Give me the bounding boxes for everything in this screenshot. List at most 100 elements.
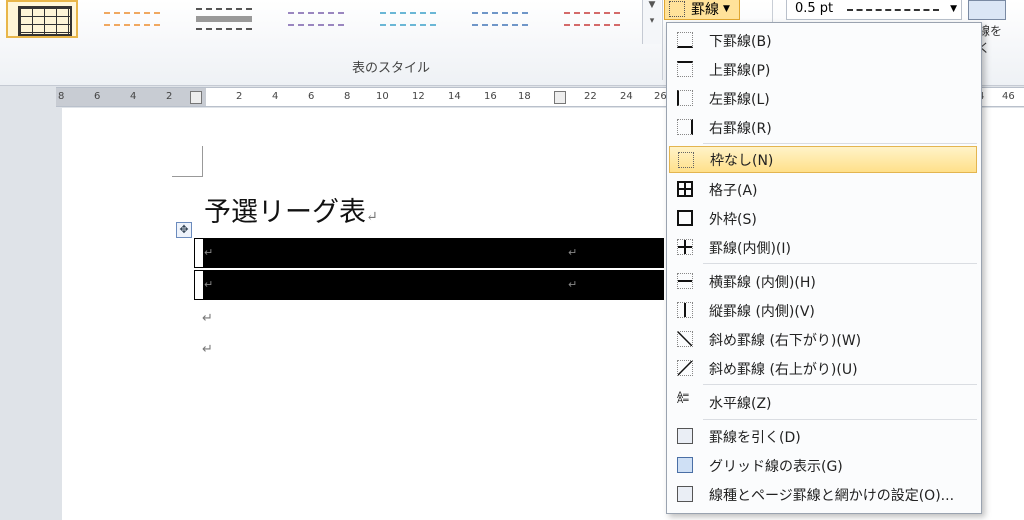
- menu-item-label: 水平線(Z): [709, 395, 772, 412]
- paragraph-mark: ↵: [202, 311, 213, 326]
- group-separator: [662, 0, 663, 80]
- table-row[interactable]: ↵ ↵: [194, 238, 664, 268]
- ruler-tick: 2: [166, 91, 173, 102]
- ruler-tick: 16: [484, 91, 497, 102]
- row-selection-marker: [194, 238, 204, 268]
- table-grid-icon: [18, 6, 72, 36]
- menu-item-label: 外枠(S): [709, 211, 757, 228]
- column-marker[interactable]: [554, 91, 566, 104]
- paragraph-mark: ↵: [366, 209, 378, 225]
- cell-mark: ↵: [204, 246, 214, 259]
- menu-item-diagonal-up[interactable]: 斜め罫線 (右上がり)(U): [669, 355, 977, 382]
- outside-borders-icon: [677, 210, 693, 226]
- line-weight-value: 0.5 pt: [795, 1, 834, 16]
- ruler-tick: 18: [518, 91, 531, 102]
- ruler-tick: 12: [412, 91, 425, 102]
- borders-button[interactable]: 罫線 ▼: [664, 0, 740, 20]
- menu-item-outside-borders[interactable]: 外枠(S): [669, 205, 977, 232]
- menu-item-draw-table[interactable]: 罫線を引く(D): [669, 423, 977, 450]
- menu-item-diagonal-down[interactable]: 斜め罫線 (右下がり)(W): [669, 326, 977, 353]
- line-style-preview: [847, 9, 939, 11]
- table-style-thumb[interactable]: [556, 0, 628, 38]
- menu-item-left-border[interactable]: 左罫線(L): [669, 85, 977, 112]
- more-icon[interactable]: ▾: [643, 16, 661, 26]
- ruler-tick: 4: [272, 91, 279, 102]
- margin-corner-mark: [172, 146, 203, 177]
- menu-item-label: 格子(A): [709, 182, 758, 199]
- menu-item-bottom-border[interactable]: 下罫線(B): [669, 27, 977, 54]
- menu-item-borders-and-shading[interactable]: 線種とページ罫線と網かけの設定(O)...: [669, 481, 977, 508]
- menu-item-view-gridlines[interactable]: グリッド線の表示(G): [669, 452, 977, 479]
- ruler-tick: 24: [620, 91, 633, 102]
- chevron-down-icon[interactable]: ▼: [643, 0, 661, 10]
- menu-item-inside-horizontal[interactable]: 横罫線 (内側)(H): [669, 268, 977, 295]
- horizontal-line-icon: A═ A═: [677, 391, 689, 406]
- menu-item-label: 上罫線(P): [709, 62, 771, 79]
- ruler-tick: 10: [376, 91, 389, 102]
- menu-item-top-border[interactable]: 上罫線(P): [669, 56, 977, 83]
- inside-vertical-border-icon: [677, 302, 693, 318]
- ruler-tick: 8: [344, 91, 351, 102]
- diagonal-up-border-icon: [677, 360, 693, 376]
- menu-item-right-border[interactable]: 右罫線(R): [669, 114, 977, 141]
- ruler-tick: 4: [130, 91, 137, 102]
- menu-separator: [703, 143, 977, 144]
- table-style-thumb[interactable]: [464, 0, 536, 38]
- ruler-tick: 26: [654, 91, 667, 102]
- cell-mark: ↵: [204, 278, 214, 291]
- right-border-icon: [677, 119, 693, 135]
- menu-item-label: 左罫線(L): [709, 91, 770, 108]
- menu-item-no-border[interactable]: 枠なし(N): [669, 146, 977, 173]
- line-weight-select[interactable]: 0.5 pt ▼: [786, 0, 962, 20]
- menu-item-label: グリッド線の表示(G): [709, 458, 843, 475]
- document-title[interactable]: 予選リーグ表↵: [204, 190, 378, 229]
- ruler-tick: 8: [58, 91, 65, 102]
- draw-table-icon: [968, 0, 1006, 20]
- cell-mark: ↵: [568, 278, 578, 291]
- no-border-icon: [678, 152, 694, 168]
- left-border-icon: [677, 90, 693, 106]
- chevron-down-icon: ▼: [950, 4, 957, 14]
- menu-item-label: 右罫線(R): [709, 120, 772, 137]
- menu-item-inside-borders[interactable]: 罫線(内側)(I): [669, 234, 977, 261]
- top-border-icon: [677, 61, 693, 77]
- menu-item-horizontal-line[interactable]: A═ A═ 水平線(Z): [669, 389, 977, 416]
- table-style-thumb[interactable]: [280, 0, 352, 38]
- menu-item-label: 縦罫線 (内側)(V): [709, 303, 815, 320]
- menu-item-label: 枠なし(N): [710, 152, 774, 169]
- menu-separator: [703, 263, 977, 264]
- column-marker[interactable]: [190, 91, 202, 104]
- table-style-thumb-selected[interactable]: [6, 0, 78, 38]
- menu-item-label: 下罫線(B): [709, 33, 772, 50]
- ruler-gutter: [0, 87, 56, 105]
- menu-item-label: 線種とページ罫線と網かけの設定(O)...: [709, 487, 955, 504]
- chevron-down-icon: ▼: [723, 4, 730, 14]
- draw-table-icon: [677, 428, 693, 444]
- menu-separator: [703, 384, 977, 385]
- ruler-tick: 22: [584, 91, 597, 102]
- table-style-thumb[interactable]: [96, 0, 168, 38]
- menu-item-label: 罫線を引く(D): [709, 429, 801, 446]
- menu-item-label: 横罫線 (内側)(H): [709, 274, 816, 291]
- gallery-scroll[interactable]: ▼ ▾: [642, 0, 661, 44]
- table-move-handle-icon[interactable]: ✥: [176, 222, 192, 238]
- ruler-tick: 14: [448, 91, 461, 102]
- view-gridlines-icon: [677, 457, 693, 473]
- paragraph-mark: ↵: [202, 342, 213, 357]
- table-style-thumb[interactable]: [188, 0, 260, 38]
- cell-mark: ↵: [568, 246, 578, 259]
- menu-item-inside-vertical[interactable]: 縦罫線 (内側)(V): [669, 297, 977, 324]
- table-row[interactable]: ↵ ↵: [194, 270, 664, 300]
- all-borders-icon: [677, 181, 693, 197]
- inside-horizontal-border-icon: [677, 273, 693, 289]
- borders-and-shading-icon: [677, 486, 693, 502]
- ruler-tick: 6: [94, 91, 101, 102]
- menu-item-all-borders[interactable]: 格子(A): [669, 176, 977, 203]
- ruler-tick: 46: [1002, 91, 1015, 102]
- menu-item-label: 斜め罫線 (右上がり)(U): [709, 361, 858, 378]
- ruler-tick: 2: [236, 91, 243, 102]
- group-label-table-styles: 表のスタイル: [352, 61, 431, 76]
- borders-button-label: 罫線: [691, 2, 719, 18]
- border-icon: [669, 1, 685, 17]
- table-style-thumb[interactable]: [372, 0, 444, 38]
